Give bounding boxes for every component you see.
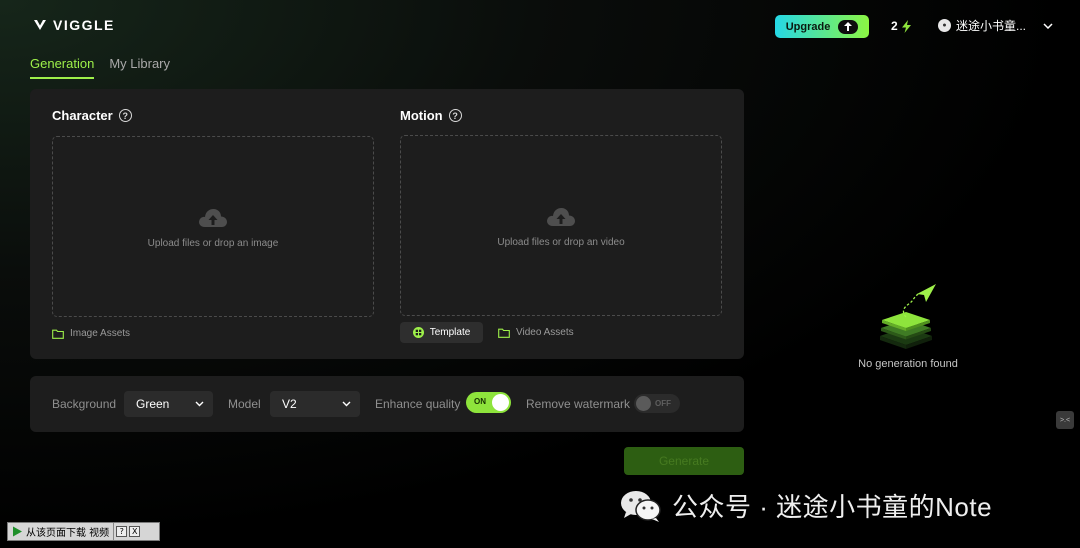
motion-upload-text: Upload files or drop an video: [497, 236, 625, 248]
toggle-knob: [636, 396, 651, 411]
template-icon: [412, 327, 424, 338]
model-select[interactable]: V2: [270, 391, 360, 417]
user-name: 迷途小书童...: [956, 19, 1027, 33]
main-tabs: Generation My Library: [30, 56, 170, 79]
motion-title-text: Motion: [400, 108, 443, 123]
download-video-button[interactable]: 从该页面下载 视频: [8, 523, 115, 540]
chevron-down-icon: [195, 401, 204, 407]
tab-my-library[interactable]: My Library: [109, 56, 170, 79]
empty-state-text: No generation found: [858, 358, 958, 370]
top-bar: VIGGLE Upgrade 2 ● 迷途小书童...: [0, 0, 1080, 52]
download-help-button[interactable]: ?: [116, 526, 128, 537]
folder-icon: [52, 329, 64, 339]
remove-watermark-toggle[interactable]: OFF: [634, 394, 680, 413]
logo-text: VIGGLE: [53, 17, 115, 33]
avatar: ●: [938, 19, 951, 32]
tab-generation[interactable]: Generation: [30, 56, 95, 79]
model-value: V2: [282, 397, 297, 411]
credits-value: 2: [891, 19, 898, 33]
model-label: Model: [228, 397, 261, 411]
image-assets-label: Image Assets: [70, 328, 131, 339]
wechat-watermark: 公众号 · 迷途小书童的Note: [620, 487, 992, 524]
upload-panel: Character ? Upload files or drop an imag…: [30, 89, 744, 359]
generate-button[interactable]: Generate: [624, 447, 744, 475]
motion-dropzone[interactable]: Upload files or drop an video: [400, 135, 722, 316]
motion-title: Motion ?: [400, 108, 462, 123]
watermark-toggle-state: OFF: [655, 399, 671, 408]
cloud-upload-icon: [199, 208, 227, 227]
chevron-down-icon: [1043, 22, 1053, 29]
cloud-upload-icon: [547, 207, 575, 226]
empty-state-illustration: [880, 284, 936, 349]
empty-state: No generation found: [840, 282, 976, 370]
watermark-text: 公众号 · 迷途小书童的Note: [672, 492, 993, 522]
character-title-text: Character: [52, 108, 113, 123]
character-upload-text: Upload files or drop an image: [147, 237, 279, 249]
folder-icon: [498, 328, 510, 338]
user-menu[interactable]: ● 迷途小书童...: [938, 17, 1053, 34]
template-label: Template: [429, 327, 471, 338]
help-circle-icon[interactable]: ?: [118, 109, 132, 122]
chevron-down-icon: [342, 401, 351, 407]
arrow-up-icon: [838, 19, 859, 34]
upgrade-button[interactable]: Upgrade: [775, 15, 869, 38]
wechat-icon: [621, 490, 661, 522]
upgrade-label: Upgrade: [785, 20, 831, 33]
viggle-logo-icon: [34, 20, 46, 30]
video-assets-label: Video Assets: [516, 327, 574, 338]
character-title: Character ?: [52, 108, 132, 123]
lightning-bolt-icon: [901, 19, 911, 33]
side-assistant-icon[interactable]: >.<: [1056, 411, 1074, 429]
video-download-bar: 从该页面下载 视频 ? X: [7, 522, 160, 541]
play-icon: [13, 526, 22, 537]
background-label: Background: [52, 397, 117, 411]
background-value: Green: [136, 397, 170, 411]
credits-counter[interactable]: 2: [891, 19, 911, 33]
download-close-button[interactable]: X: [129, 526, 141, 537]
viggle-logo[interactable]: VIGGLE: [33, 17, 115, 33]
toggle-knob: [492, 394, 509, 411]
background-select[interactable]: Green: [124, 391, 213, 417]
download-bar-text: 从该页面下载 视频: [26, 528, 110, 539]
character-dropzone[interactable]: Upload files or drop an image: [52, 136, 374, 317]
image-assets-link[interactable]: Image Assets: [52, 328, 130, 339]
enhance-quality-toggle[interactable]: ON: [466, 392, 511, 413]
remove-watermark-label: Remove watermark: [526, 397, 631, 411]
enhance-quality-label: Enhance quality: [375, 397, 461, 411]
template-button[interactable]: Template: [400, 322, 483, 343]
video-assets-link[interactable]: Video Assets: [498, 327, 574, 338]
help-circle-icon[interactable]: ?: [448, 109, 462, 122]
settings-bar: Background Green Model V2 Enhance qualit…: [30, 376, 744, 432]
enhance-toggle-state: ON: [474, 397, 486, 406]
